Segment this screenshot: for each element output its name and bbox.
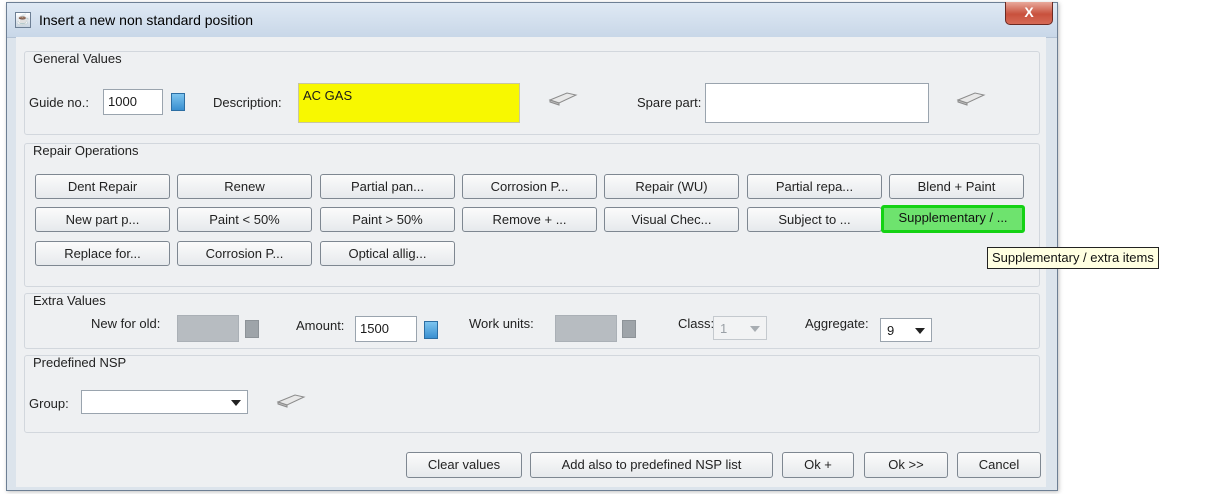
work-units-input [555,315,617,342]
tooltip: Supplementary / extra items [987,247,1159,269]
spare-part-input[interactable] [705,83,929,123]
subject-to-button[interactable]: Subject to ... [747,207,882,232]
calculator-icon[interactable] [424,321,438,339]
class-select: 1 [713,316,767,340]
clear-values-button[interactable]: Clear values [406,452,522,478]
aggregate-select[interactable]: 9 [880,318,932,342]
chevron-down-icon [915,328,925,334]
optical-alignment-button[interactable]: Optical allig... [320,241,455,266]
corrosion-button-2[interactable]: Corrosion P... [177,241,312,266]
description-input[interactable]: AC GAS [298,83,520,123]
eraser-icon[interactable] [955,90,987,106]
title-bar[interactable]: ☕ Insert a new non standard position X [7,2,1057,38]
new-for-old-input [177,315,239,342]
blend-paint-button[interactable]: Blend + Paint [889,174,1024,199]
add-predefined-button[interactable]: Add also to predefined NSP list [530,452,773,478]
remove-button[interactable]: Remove + ... [462,207,597,232]
dent-repair-button[interactable]: Dent Repair [35,174,170,199]
visual-check-button[interactable]: Visual Chec... [604,207,739,232]
general-values-title: General Values [33,51,122,66]
predefined-nsp-group: Predefined NSP Group: [24,355,1040,433]
corrosion-button-1[interactable]: Corrosion P... [462,174,597,199]
new-for-old-label: New for old: [91,316,161,331]
ok-next-button[interactable]: Ok >> [864,452,948,478]
replace-for-button[interactable]: Replace for... [35,241,170,266]
cancel-button[interactable]: Cancel [957,452,1041,478]
general-values-group: General Values Guide no.: 1000 Descripti… [24,51,1040,135]
amount-input[interactable]: 1500 [355,316,417,342]
new-part-button[interactable]: New part p... [35,207,170,232]
calculator-icon [622,320,636,338]
partial-repair-button[interactable]: Partial repa... [747,174,882,199]
calculator-icon [245,320,259,338]
group-select[interactable] [81,390,248,414]
chevron-down-icon [750,326,760,332]
partial-panel-button[interactable]: Partial pan... [320,174,455,199]
window-title: Insert a new non standard position [39,12,254,28]
group-label: Group: [29,396,69,411]
aggregate-value: 9 [887,323,895,338]
repair-wu-button[interactable]: Repair (WU) [604,174,739,199]
dialog-window: ☕ Insert a new non standard position X G… [6,2,1058,491]
renew-button[interactable]: Renew [177,174,312,199]
repair-operations-group: Repair Operations Dent Repair Renew Part… [24,143,1040,287]
eraser-icon[interactable] [275,392,307,408]
work-units-label: Work units: [469,316,534,331]
supplementary-button[interactable]: Supplementary / ... [881,205,1025,233]
extra-values-group: Extra Values New for old: Amount: 1500 W… [24,293,1040,349]
paint-under-50-button[interactable]: Paint < 50% [177,207,312,232]
aggregate-label: Aggregate: [805,316,869,331]
eraser-icon[interactable] [547,90,579,106]
ok-plus-button[interactable]: Ok + [782,452,854,478]
spare-part-label: Spare part: [637,95,702,110]
guide-no-input[interactable]: 1000 [103,89,163,115]
close-button[interactable]: X [1005,2,1053,25]
amount-label: Amount: [296,318,345,333]
repair-operations-title: Repair Operations [33,143,139,158]
class-label: Class: [678,316,715,331]
java-app-icon: ☕ [15,12,31,28]
class-value: 1 [720,321,728,336]
guide-no-label: Guide no.: [29,95,89,110]
chevron-down-icon [231,400,241,406]
calculator-icon[interactable] [171,93,185,111]
predefined-nsp-title: Predefined NSP [33,355,127,370]
extra-values-title: Extra Values [33,293,106,308]
paint-over-50-button[interactable]: Paint > 50% [320,207,455,232]
dialog-body: General Values Guide no.: 1000 Descripti… [16,37,1046,487]
description-label: Description: [213,95,282,110]
